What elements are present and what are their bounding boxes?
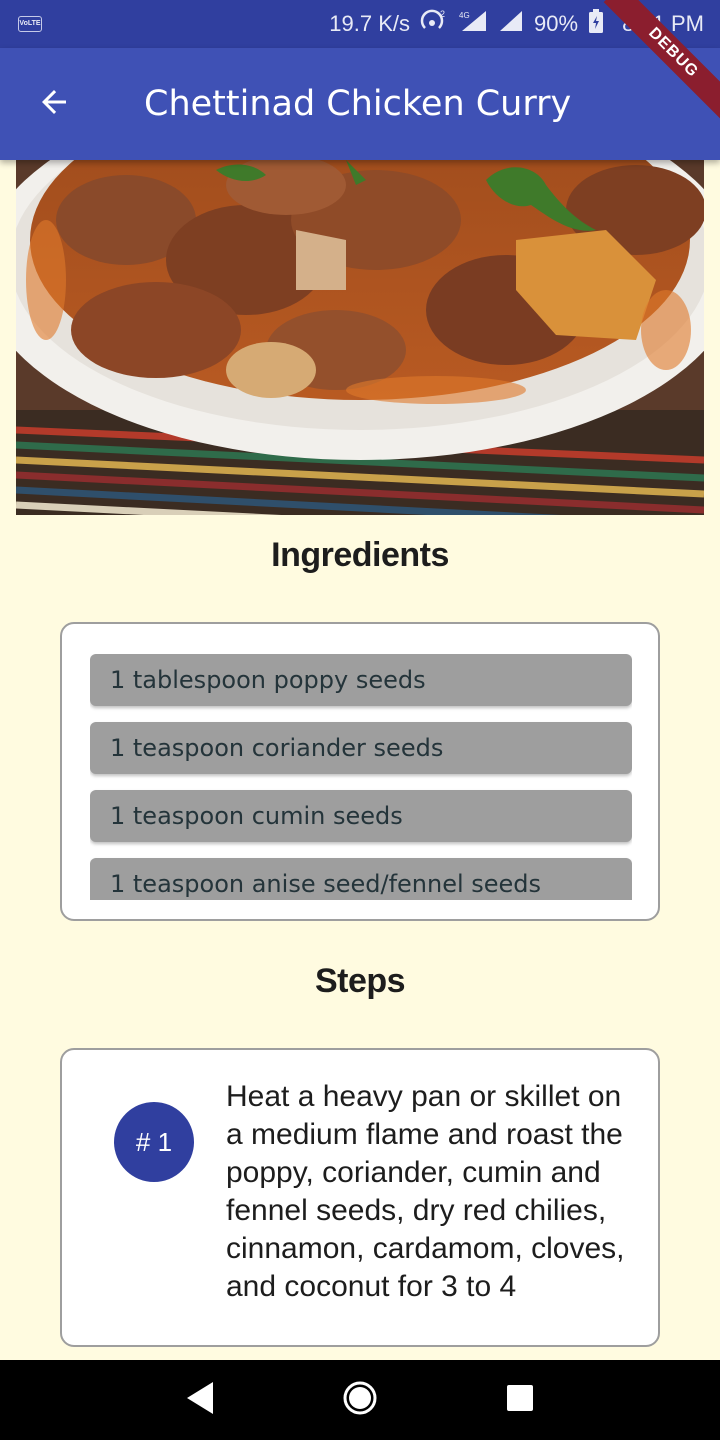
back-button[interactable] <box>26 78 82 130</box>
ingredients-card[interactable]: 1 tablespoon poppy seeds 1 teaspoon cori… <box>60 622 660 921</box>
ingredient-item[interactable]: 1 tablespoon poppy seeds <box>90 654 632 706</box>
nav-recents-button[interactable] <box>490 1376 550 1424</box>
circle-home-icon <box>342 1380 378 1420</box>
battery-charging-icon <box>588 8 604 40</box>
steps-heading: Steps <box>314 962 406 1000</box>
battery-percent: 90% <box>534 11 579 36</box>
step-text: Heat a heavy pan or skillet on a medium … <box>226 1080 625 1303</box>
ingredients-heading: Ingredients <box>271 536 449 574</box>
svg-text:4G: 4G <box>459 11 470 20</box>
ingredient-item[interactable]: 1 teaspoon cumin seeds <box>90 790 632 842</box>
app-bar: Chettinad Chicken Curry <box>0 48 720 160</box>
triangle-back-icon <box>183 1380 217 1420</box>
ingredients-list[interactable]: 1 tablespoon poppy seeds 1 teaspoon cori… <box>90 654 632 900</box>
square-recents-icon <box>504 1382 536 1418</box>
ingredient-item[interactable]: 1 teaspoon coriander seeds <box>90 722 632 774</box>
nav-back-button[interactable] <box>170 1376 230 1424</box>
recipe-image <box>16 160 704 515</box>
step-number-badge: # 1 <box>114 1102 194 1182</box>
hotspot-icon: 2 <box>420 9 448 39</box>
signal-4g-icon: 4G <box>458 9 488 39</box>
system-nav-bar <box>0 1360 720 1440</box>
volte-badge: VoLTE <box>18 16 42 32</box>
network-speed: 19.7 K/s <box>329 11 411 36</box>
nav-home-button[interactable] <box>330 1376 390 1424</box>
ingredient-item[interactable]: 1 teaspoon anise seed/fennel seeds <box>90 858 632 900</box>
arrow-left-icon <box>36 84 72 124</box>
steps-card[interactable]: # 1 Heat a heavy pan or skillet on a med… <box>60 1048 660 1347</box>
signal-icon <box>498 9 524 39</box>
page-title: Chettinad Chicken Curry <box>144 84 572 124</box>
svg-text:2: 2 <box>440 9 445 19</box>
